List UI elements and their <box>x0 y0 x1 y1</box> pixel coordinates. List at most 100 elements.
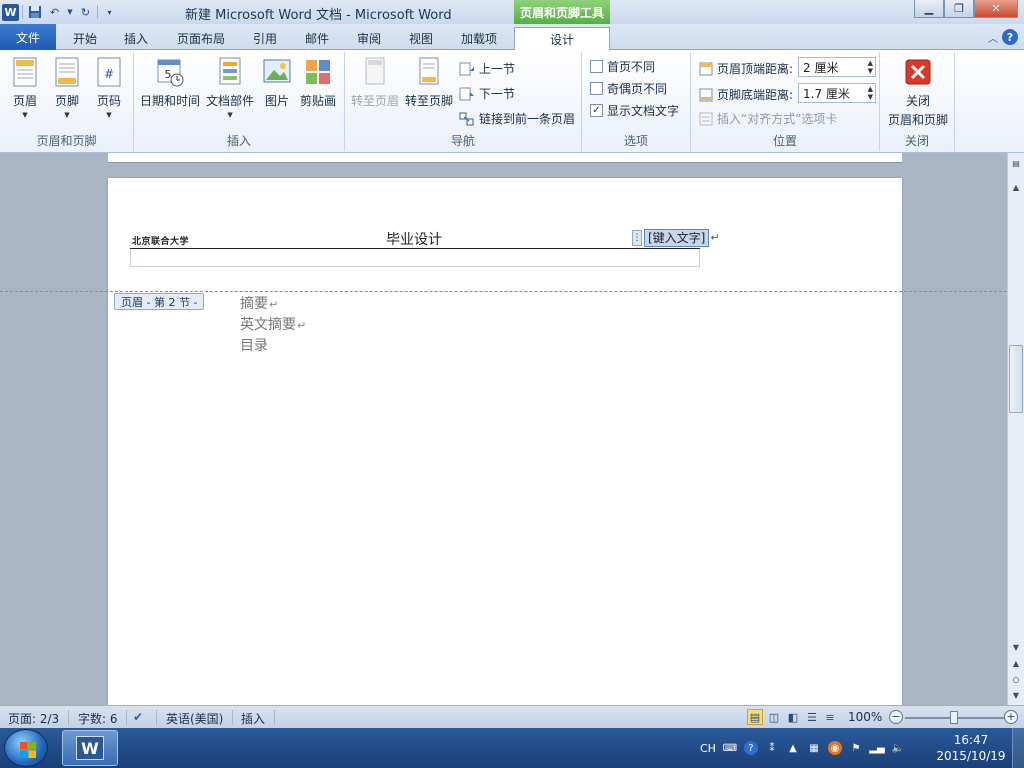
print-layout-icon[interactable]: ▤ <box>747 709 763 725</box>
security-app-icon[interactable]: ◉ <box>827 741 842 755</box>
restore-icon[interactable]: ❐ <box>944 0 974 18</box>
quick-parts-button[interactable]: 文档部件 ▼ <box>206 56 254 119</box>
tab-file[interactable]: 文件 <box>0 24 56 50</box>
full-screen-reading-icon[interactable]: ◫ <box>766 709 782 725</box>
footer-bottom-distance-input[interactable]: 1.7 厘米 ▲ ▼ <box>798 83 876 103</box>
word-app-icon[interactable]: W <box>2 3 19 21</box>
previous-page-icon[interactable]: ▲ <box>1008 655 1024 671</box>
header-content-control[interactable]: ⋮ [键入文字] ↵ <box>632 228 720 247</box>
undo-dropdown-icon[interactable]: ▼ <box>66 4 74 21</box>
tab-home[interactable]: 开始 <box>62 27 108 50</box>
quick-access-toolbar: W ↶ ▼ ↻ ▾ <box>2 2 118 22</box>
tab-references[interactable]: 引用 <box>244 27 286 50</box>
help-icon[interactable]: ? <box>1002 29 1018 45</box>
calendar-clock-icon: 5 <box>157 59 184 87</box>
goto-header-button[interactable]: 转至页眉 <box>351 56 399 109</box>
zoom-out-icon[interactable]: − <box>889 710 903 724</box>
body-line-text: 摘要 <box>240 296 268 312</box>
minimize-ribbon-icon[interactable]: ︿ <box>988 30 998 45</box>
status-word-count[interactable]: 字数: 6 <box>78 710 118 727</box>
header-title[interactable]: 毕业设计 <box>386 229 442 249</box>
body-line-toc[interactable]: 目录 <box>240 335 268 355</box>
input-language[interactable]: CH <box>700 742 716 755</box>
header-school-name[interactable]: 北京联合大学 <box>132 234 189 247</box>
next-section-button[interactable]: 下一节 <box>459 85 515 102</box>
different-first-page-checkbox[interactable]: 首页不同 <box>590 58 655 75</box>
page-number-button[interactable]: # 页码 ▼ <box>94 56 124 119</box>
date-time-label: 日期和时间 <box>140 94 201 108</box>
drag-handle-icon[interactable]: ⋮ <box>632 229 642 246</box>
tab-review[interactable]: 审阅 <box>348 27 390 50</box>
footer-button[interactable]: 页脚 ▼ <box>52 56 82 119</box>
different-odd-even-checkbox[interactable]: 奇偶页不同 <box>590 80 667 97</box>
link-to-previous-button[interactable]: 链接到前一条页眉 <box>459 110 575 127</box>
browse-object-icon[interactable]: ○ <box>1008 671 1024 687</box>
checkmark-icon[interactable]: ✓ <box>590 104 603 117</box>
header-top-distance-input[interactable]: 2 厘米 ▲ ▼ <box>798 57 876 77</box>
undo-icon[interactable]: ↶ <box>46 4 63 21</box>
customize-qat-icon[interactable]: ▾ <box>101 4 118 21</box>
show-desktop-button[interactable] <box>1012 728 1024 768</box>
scroll-thumb[interactable] <box>1009 345 1023 413</box>
scroll-down-icon[interactable]: ▼ <box>1008 639 1024 655</box>
clip-art-button[interactable]: 剪贴画 <box>300 56 336 109</box>
status-insert-mode[interactable]: 插入 <box>241 710 265 727</box>
ime-options-icon[interactable]: ⁑ <box>765 741 779 755</box>
next-page-icon[interactable]: ▼ <box>1008 687 1024 703</box>
header-empty-paragraph[interactable] <box>130 249 700 267</box>
close-header-footer-button[interactable]: 关闭 页眉和页脚 <box>886 56 950 128</box>
status-language[interactable]: 英语(美国) <box>166 710 223 727</box>
proofing-icon[interactable]: ✔ <box>133 710 143 724</box>
redo-icon[interactable]: ↻ <box>77 4 94 21</box>
tab-addins[interactable]: 加载项 <box>452 27 506 50</box>
zoom-slider-thumb[interactable] <box>950 711 958 724</box>
save-icon[interactable] <box>26 4 43 21</box>
spin-arrows-icon[interactable]: ▲ ▼ <box>868 85 873 101</box>
footer-icon <box>55 57 79 87</box>
taskbar-word-button[interactable]: W <box>62 730 118 766</box>
ribbon-body: 页眉 ▼ 页脚 ▼ # 页码 ▼ 页眉和页脚 5 日期和时间 文档部件 ▼ 图片 <box>0 50 1024 153</box>
show-hidden-icons-icon[interactable]: ▲ <box>786 741 800 755</box>
goto-header-icon <box>365 57 385 85</box>
volume-icon[interactable]: 🔈 <box>891 741 905 755</box>
close-window-icon[interactable]: ✕ <box>974 0 1018 18</box>
keyboard-icon[interactable]: ⌨ <box>723 741 737 755</box>
previous-section-button[interactable]: 上一节 <box>459 60 515 77</box>
ruler-toggle-icon[interactable]: ▤ <box>1008 155 1024 171</box>
zoom-in-icon[interactable]: + <box>1004 710 1018 724</box>
body-line-english-abstract[interactable]: 英文摘要↵ <box>240 314 306 334</box>
header-placeholder[interactable]: [键入文字] <box>644 228 710 247</box>
checkbox-unchecked[interactable] <box>590 82 603 95</box>
vertical-scrollbar[interactable]: ▤ ▲ ▼ ▲ ○ ▼ <box>1007 153 1024 705</box>
outline-view-icon[interactable]: ☰ <box>804 709 820 725</box>
tray-clock[interactable]: 16:47 2015/10/19 <box>936 732 1006 764</box>
draft-view-icon[interactable]: ≡ <box>822 709 838 725</box>
tab-design[interactable]: 设计 <box>514 27 610 50</box>
tab-mailings[interactable]: 邮件 <box>296 27 338 50</box>
checkbox-unchecked[interactable] <box>590 60 603 73</box>
flag-icon[interactable]: ⚑ <box>849 741 863 755</box>
help-tray-icon[interactable]: ? <box>743 741 758 755</box>
status-page[interactable]: 页面: 2/3 <box>8 710 59 727</box>
tab-page-layout[interactable]: 页面布局 <box>168 27 234 50</box>
tab-insert[interactable]: 插入 <box>114 27 158 50</box>
start-button[interactable] <box>4 729 48 767</box>
spin-arrows-icon[interactable]: ▲ ▼ <box>868 59 873 75</box>
header-button[interactable]: 页眉 ▼ <box>10 56 40 119</box>
document-area[interactable]: 北京联合大学 毕业设计 ⋮ [键入文字] ↵ 页眉 - 第 2 节 - 摘要↵ … <box>0 153 1007 705</box>
minimize-icon[interactable]: ▁ <box>914 0 944 18</box>
body-line-abstract[interactable]: 摘要↵ <box>240 293 278 313</box>
close-button-line1: 关闭 <box>905 94 930 108</box>
web-layout-icon[interactable]: ◧ <box>785 709 801 725</box>
tab-view[interactable]: 视图 <box>400 27 442 50</box>
network-device-icon[interactable]: ▦ <box>807 741 821 755</box>
insert-alignment-tab-button[interactable]: 插入“对齐方式”选项卡 <box>699 110 837 127</box>
scroll-up-icon[interactable]: ▲ <box>1008 179 1024 195</box>
goto-footer-button[interactable]: 转至页脚 <box>405 56 453 109</box>
show-document-text-checkbox[interactable]: ✓ 显示文档文字 <box>590 102 679 119</box>
body-line-text: 目录 <box>240 338 268 354</box>
network-signal-icon[interactable]: ▂▄ <box>869 741 884 755</box>
picture-button[interactable]: 图片 <box>262 56 292 109</box>
zoom-level[interactable]: 100% <box>848 710 882 724</box>
date-time-button[interactable]: 5 日期和时间 <box>140 56 200 109</box>
